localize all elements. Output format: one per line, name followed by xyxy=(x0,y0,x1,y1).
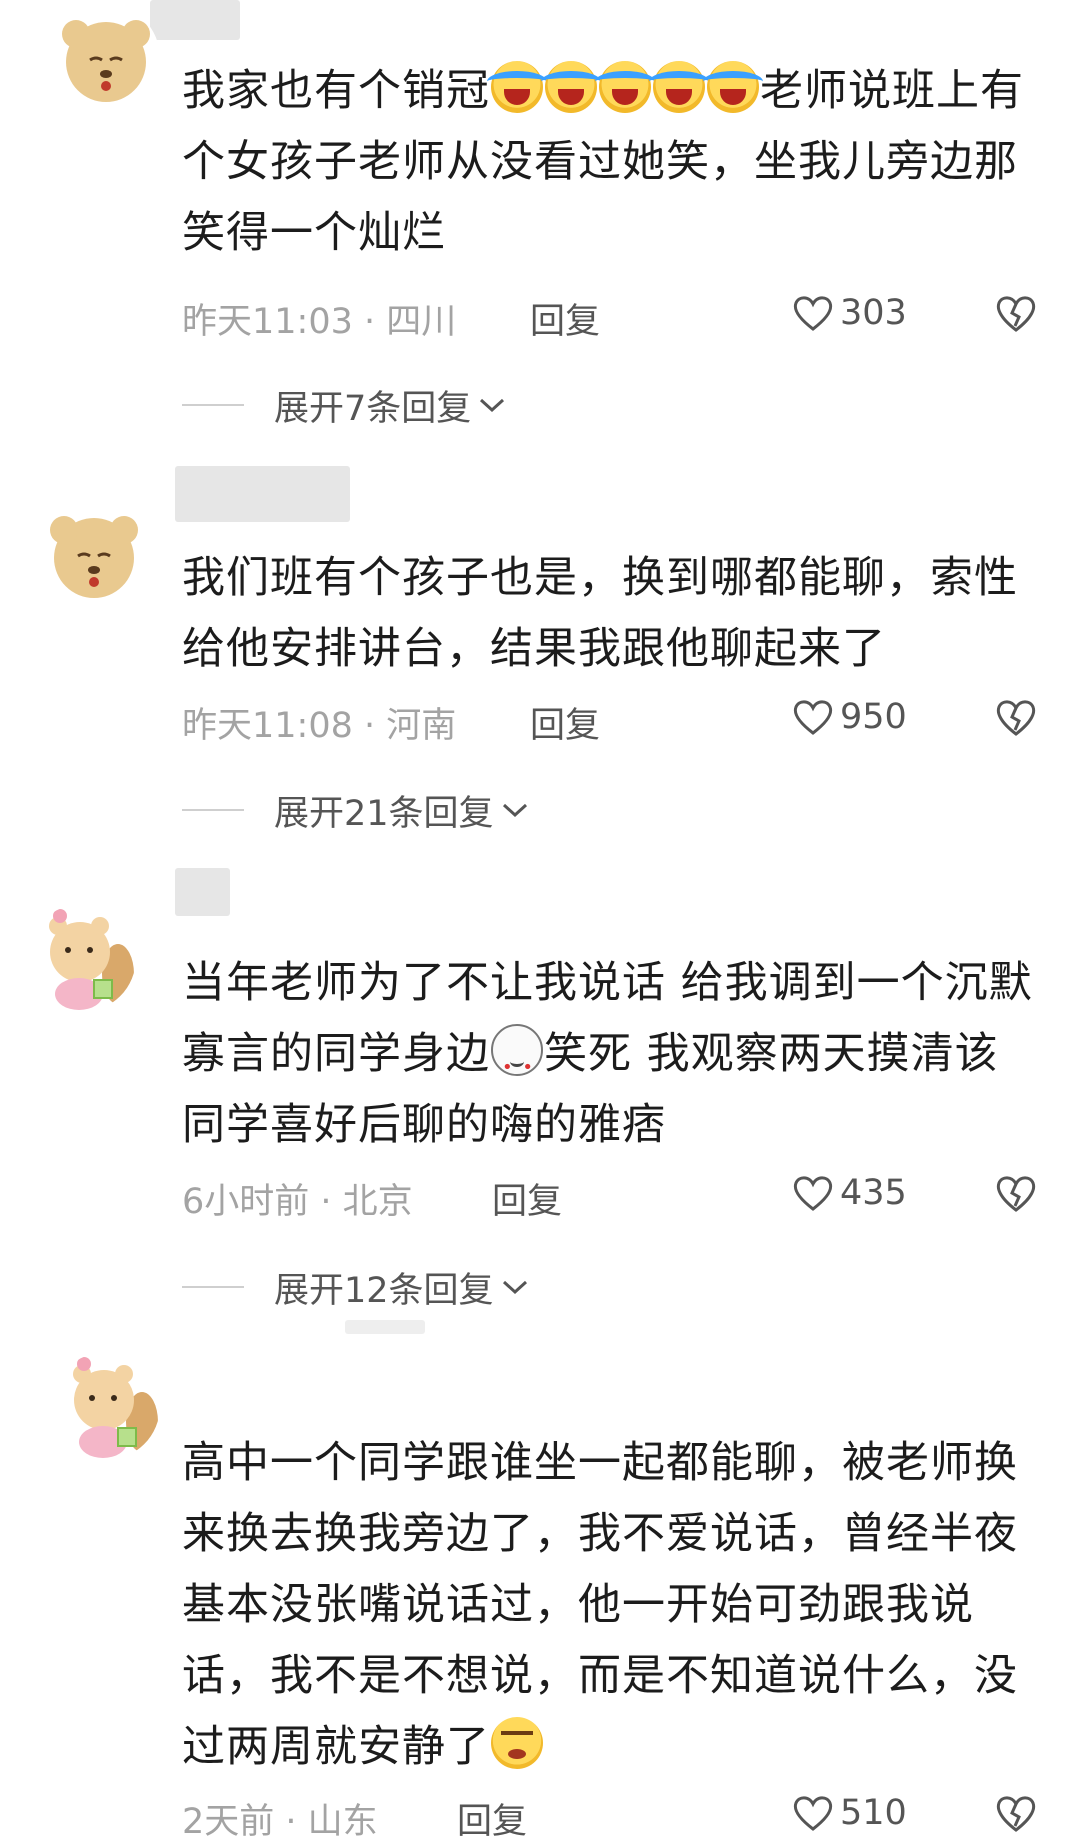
expand-replies-button[interactable]: 展开7条回复 xyxy=(182,383,507,429)
like-count: 950 xyxy=(840,697,907,737)
crying-laughing-emoji xyxy=(595,61,655,113)
dislike-button[interactable] xyxy=(994,293,1038,342)
expand-replies-label: 展开12条回复 xyxy=(274,1270,494,1311)
username-blurred[interactable] xyxy=(150,0,240,40)
reply-button[interactable]: 回复 xyxy=(530,697,600,748)
divider-line xyxy=(182,404,244,406)
smirk-emoji xyxy=(491,1717,543,1769)
avatar[interactable] xyxy=(52,4,160,112)
expand-replies-label: 展开21条回复 xyxy=(274,793,494,834)
crying-laughing-emoji xyxy=(703,61,763,113)
reply-button[interactable]: 回复 xyxy=(530,293,600,344)
like-button[interactable]: 950 xyxy=(792,697,907,737)
username-blurred[interactable] xyxy=(175,868,230,916)
like-count: 510 xyxy=(840,1793,907,1833)
squirrel-avatar-icon xyxy=(52,1352,160,1460)
comment-time-location: 2天前 · 山东 xyxy=(182,1802,378,1842)
broken-heart-icon xyxy=(996,700,1036,736)
chevron-down-icon xyxy=(502,1280,527,1295)
comment-text: 高中一个同学跟谁坐一起都能聊，被老师换来换去换我旁边了，我不爱说话，曾经半夜基本… xyxy=(182,1438,1018,1772)
avatar[interactable] xyxy=(52,1352,160,1460)
comment-time-location: 6小时前 · 北京 xyxy=(182,1182,413,1222)
heart-icon xyxy=(793,1796,833,1831)
like-button[interactable]: 435 xyxy=(792,1173,907,1213)
expand-replies-button[interactable]: 展开21条回复 xyxy=(182,788,530,834)
avatar[interactable] xyxy=(28,904,136,1012)
username-blurred[interactable] xyxy=(175,466,350,522)
like-button[interactable]: 510 xyxy=(792,1793,907,1833)
expand-replies-button[interactable]: 展开12条回复 xyxy=(182,1265,530,1311)
divider-line xyxy=(182,809,244,811)
heart-icon xyxy=(793,1176,833,1211)
comment-text: 我们班有个孩子也是，换到哪都能聊，索性给他安排讲台，结果我跟他聊起来了 xyxy=(182,553,1018,674)
divider-line xyxy=(182,1286,244,1288)
broken-heart-icon xyxy=(996,1176,1036,1212)
comment-text: 我家也有个销冠 老师说班上有个女孩子老师从没看过她笑，坐我儿旁边那笑得一个灿烂 xyxy=(182,56,1042,269)
dislike-button[interactable] xyxy=(994,697,1038,746)
expand-replies-label: 展开7条回复 xyxy=(274,388,472,429)
squirrel-avatar-icon xyxy=(28,904,136,1012)
broken-heart-icon xyxy=(996,296,1036,332)
dislike-button[interactable] xyxy=(994,1173,1038,1222)
puppy-avatar-icon xyxy=(40,500,148,608)
like-count: 435 xyxy=(840,1173,907,1213)
reply-button[interactable]: 回复 xyxy=(457,1793,527,1844)
username-blurred[interactable] xyxy=(345,1320,425,1334)
comment-time-location: 昨天11:03 · 四川 xyxy=(182,302,457,342)
avatar[interactable] xyxy=(40,500,148,608)
broken-heart-icon xyxy=(996,1796,1036,1832)
reply-button[interactable]: 回复 xyxy=(492,1173,562,1224)
chevron-down-icon xyxy=(502,803,527,818)
puppy-avatar-icon xyxy=(52,4,160,112)
cat-emoji xyxy=(491,1024,543,1103)
dislike-button[interactable] xyxy=(994,1793,1038,1842)
crying-laughing-emoji xyxy=(541,61,601,113)
comment-time-location: 昨天11:08 · 河南 xyxy=(182,706,457,746)
crying-laughing-emoji xyxy=(649,61,709,113)
chevron-down-icon xyxy=(480,398,505,413)
like-button[interactable]: 303 xyxy=(792,293,907,333)
comment-text: 当年老师为了不让我说话 给我调到一个沉默寡言的同学身边笑死 我观察两天摸清该同学… xyxy=(182,948,1042,1161)
heart-icon xyxy=(793,296,833,331)
like-count: 303 xyxy=(840,293,907,333)
crying-laughing-emoji xyxy=(487,61,547,113)
heart-icon xyxy=(793,700,833,735)
